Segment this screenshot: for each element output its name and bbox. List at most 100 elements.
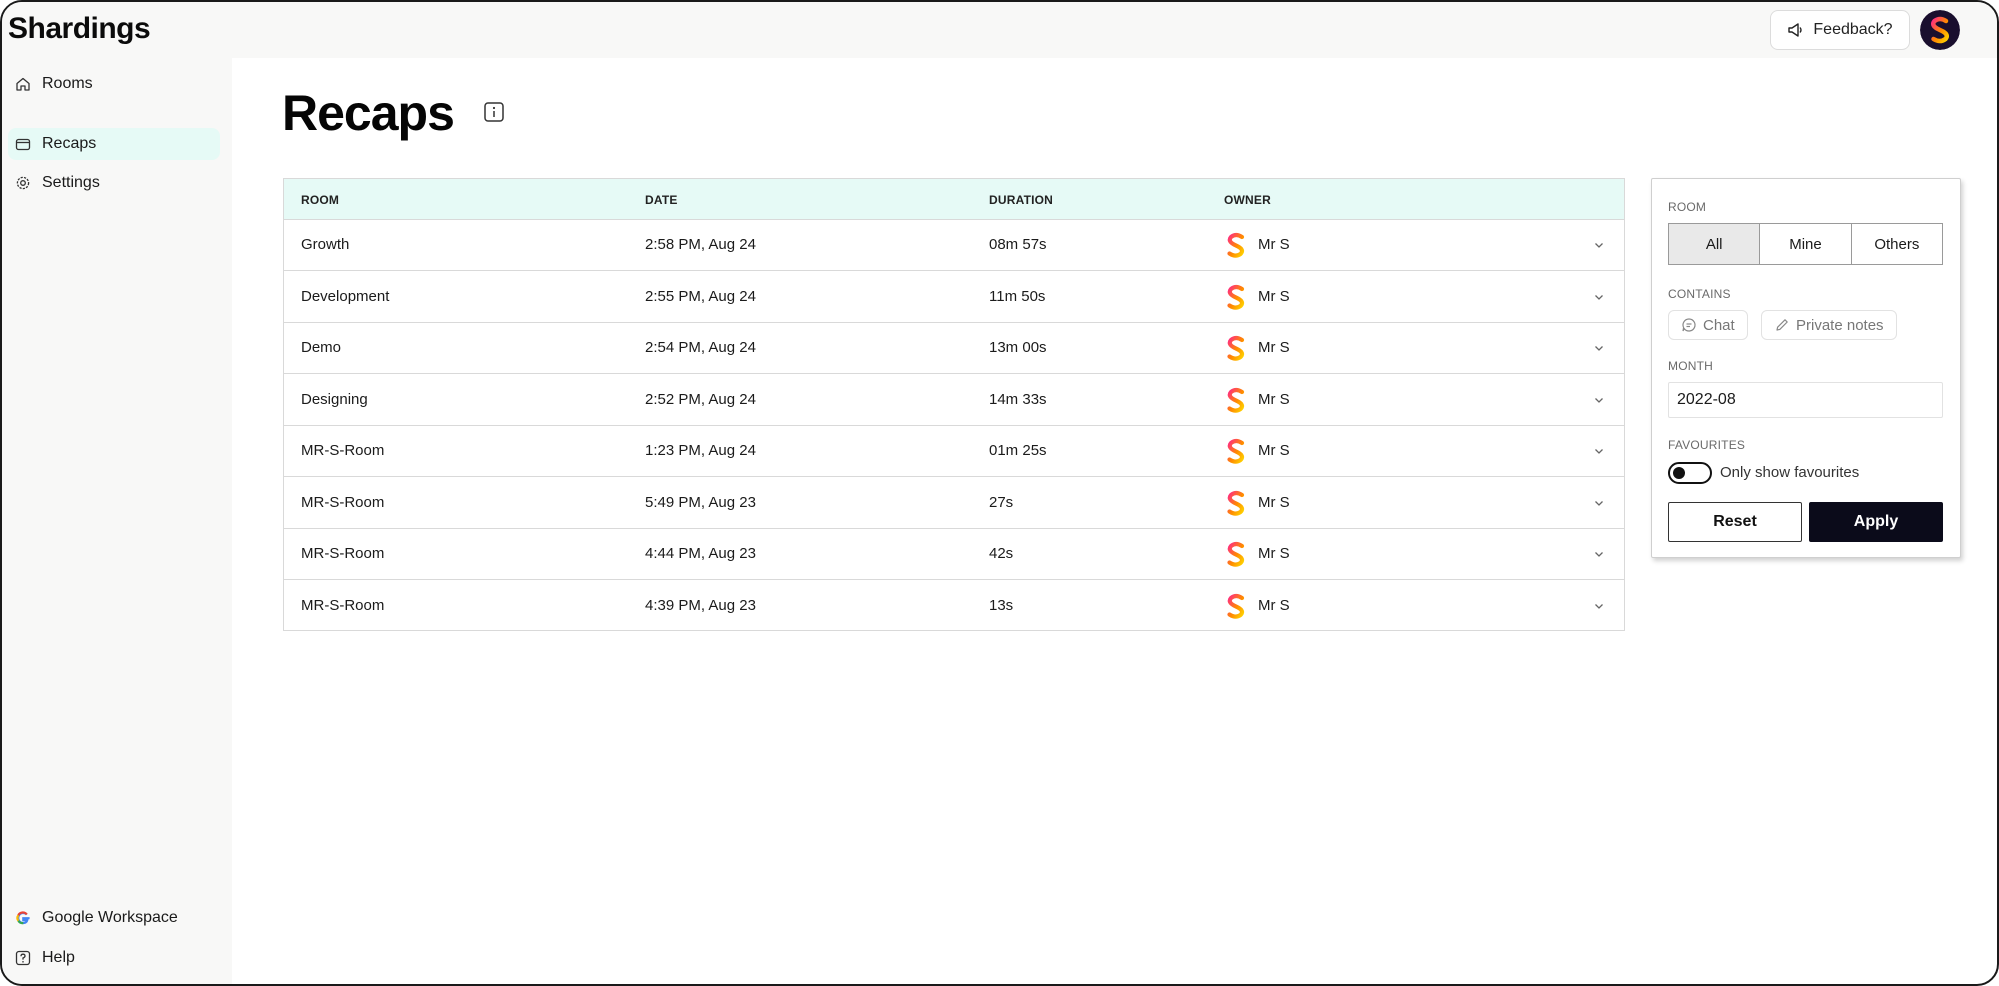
chevron-down-icon[interactable] [1592,393,1606,407]
table-row[interactable]: MR-S-Room 5:49 PM, Aug 23 27s Mr S [284,478,1624,529]
table-header: ROOM DATE DURATION OWNER [284,179,1624,220]
cell-room: Development [301,287,390,305]
cell-room: MR-S-Room [301,596,385,614]
page-title: Recaps [282,85,455,141]
favourites-toggle[interactable] [1668,462,1712,484]
top-bar: Shardings Feedback? [2,2,1997,58]
sidebar-item-settings[interactable]: Settings [8,167,220,199]
chevron-down-icon[interactable] [1592,444,1606,458]
cell-owner: Mr S [1258,236,1290,253]
room-filter-label: ROOM [1668,200,1707,214]
room-filter-all[interactable]: All [1669,224,1760,264]
owner-avatar-icon [1224,541,1248,567]
owner-avatar-icon [1224,490,1248,516]
owner-avatar-icon [1224,387,1248,413]
cell-date: 2:58 PM, Aug 24 [645,236,756,253]
user-avatar[interactable] [1920,10,1960,50]
cell-room: Designing [301,390,368,408]
owner-avatar-icon [1224,335,1248,361]
cell-room: Demo [301,339,342,356]
folder-icon [14,135,32,153]
cell-room: Growth [301,236,350,253]
cell-owner: Mr S [1258,545,1290,562]
chevron-down-icon[interactable] [1592,238,1606,252]
sidebar-item-rooms[interactable]: Rooms [8,68,220,100]
sidebar-item-label: Google Workspace [42,909,178,926]
toggle-knob [1673,467,1685,479]
cell-room: MR-S-Room [301,442,385,459]
room-filter-mine[interactable]: Mine [1759,224,1850,264]
column-header-room[interactable]: ROOM [301,193,339,207]
month-filter-label: MONTH [1668,359,1713,373]
sidebar-item-recaps[interactable]: Recaps [8,128,220,160]
cell-date: 1:23 PM, Aug 24 [645,442,756,459]
cell-date: 2:55 PM, Aug 24 [645,287,756,305]
cell-owner: Mr S [1258,493,1290,511]
pencil-icon [1776,319,1788,331]
chevron-down-icon[interactable] [1592,599,1606,613]
sidebar: Rooms Recaps Settings Google Workspace H… [2,58,232,984]
cell-duration: 13s [989,596,1014,614]
cell-duration: 11m 50s [989,287,1046,305]
room-filter-others[interactable]: Others [1850,224,1942,264]
owner-avatar-icon [1224,232,1248,258]
google-icon [14,909,32,927]
table-row[interactable]: MR-S-Room 4:39 PM, Aug 23 13s Mr S [284,581,1624,632]
contains-chat-chip[interactable]: Chat [1668,310,1748,340]
cell-duration: 13m 00s [989,339,1047,356]
cell-duration: 08m 57s [989,236,1047,253]
chevron-down-icon[interactable] [1592,547,1606,561]
cell-duration: 27s [989,493,1014,511]
sidebar-item-label: Help [42,949,75,966]
chip-label: Private notes [1796,316,1884,334]
megaphone-icon [1788,23,1803,37]
favourites-filter-label: FAVOURITES [1668,438,1746,452]
cell-owner: Mr S [1258,390,1290,408]
owner-avatar-icon [1224,593,1248,619]
cell-owner: Mr S [1258,339,1290,356]
cell-owner: Mr S [1258,596,1290,614]
table-row[interactable]: Growth 2:58 PM, Aug 24 08m 57s Mr S [284,220,1624,271]
filter-panel: ROOM All Mine Others CONTAINS Chat Priva… [1651,178,1961,558]
table-row[interactable]: Designing 2:52 PM, Aug 24 14m 33s Mr S [284,375,1624,426]
column-header-date[interactable]: DATE [645,193,678,207]
app-logo[interactable]: Shardings [8,12,151,46]
cell-duration: 14m 33s [989,390,1047,408]
room-filter-segmented: All Mine Others [1668,223,1943,265]
feedback-button[interactable]: Feedback? [1770,10,1910,50]
cell-owner: Mr S [1258,287,1290,305]
column-header-owner[interactable]: OWNER [1224,193,1271,207]
contains-private-notes-chip[interactable]: Private notes [1761,310,1897,340]
cell-owner: Mr S [1258,442,1290,459]
help-icon [14,949,32,967]
home-icon [14,75,32,93]
owner-avatar-icon [1224,438,1248,464]
column-header-duration[interactable]: DURATION [989,193,1053,207]
reset-button[interactable]: Reset [1668,502,1802,542]
table-row[interactable]: Demo 2:54 PM, Aug 24 13m 00s Mr S [284,323,1624,374]
recaps-table: ROOM DATE DURATION OWNER Growth 2:58 PM, … [283,178,1625,631]
sidebar-item-label: Rooms [42,75,93,92]
table-row[interactable]: MR-S-Room 4:44 PM, Aug 23 42s Mr S [284,529,1624,580]
cell-date: 5:49 PM, Aug 23 [645,493,756,511]
cell-date: 4:39 PM, Aug 23 [645,596,756,614]
sidebar-item-help[interactable]: Help [8,942,220,974]
chevron-down-icon[interactable] [1592,290,1606,304]
cell-date: 2:52 PM, Aug 24 [645,390,756,408]
contains-filter-label: CONTAINS [1668,287,1731,301]
table-row[interactable]: Development 2:55 PM, Aug 24 11m 50s Mr S [284,272,1624,323]
chevron-down-icon[interactable] [1592,496,1606,510]
cell-room: MR-S-Room [301,493,385,511]
month-input[interactable] [1668,382,1943,418]
apply-button[interactable]: Apply [1809,502,1943,542]
cell-date: 4:44 PM, Aug 23 [645,545,756,562]
chevron-down-icon[interactable] [1592,341,1606,355]
table-row[interactable]: MR-S-Room 1:23 PM, Aug 24 01m 25s Mr S [284,426,1624,477]
chip-label: Chat [1703,316,1735,334]
info-icon[interactable] [484,102,504,122]
sidebar-item-google-workspace[interactable]: Google Workspace [8,902,220,934]
sidebar-item-label: Recaps [42,135,97,152]
owner-avatar-icon [1224,284,1248,310]
gear-icon [14,174,32,192]
app-window: Shardings Feedback? Rooms Recaps Setting… [0,0,1999,986]
